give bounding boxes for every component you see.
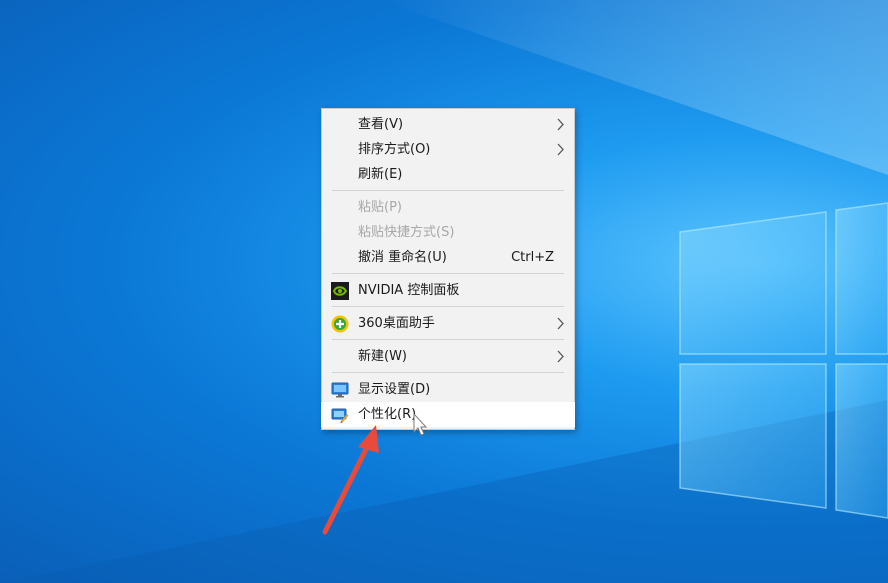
menu-item-nvidia-label: NVIDIA 控制面板 — [358, 283, 460, 298]
menu-item-new-label: 新建(W) — [358, 349, 407, 364]
menu-item-view-label: 查看(V) — [358, 117, 404, 132]
menu-item-undo-shortcut: Ctrl+Z — [511, 250, 554, 265]
chevron-right-icon — [557, 317, 564, 330]
menu-item-personalize-label: 个性化(R) — [358, 407, 417, 422]
nvidia-icon — [331, 282, 349, 300]
display-settings-icon — [331, 382, 349, 398]
menu-separator — [332, 372, 564, 373]
menu-item-refresh[interactable]: 刷新(E) — [322, 162, 574, 187]
chevron-right-icon — [557, 118, 564, 131]
menu-item-paste-shortcut[interactable]: 粘贴快捷方式(S) — [322, 220, 574, 245]
menu-item-display-settings-label: 显示设置(D) — [358, 382, 431, 397]
360-icon — [331, 315, 349, 333]
desktop[interactable]: 查看(V) 排序方式(O) 刷新(E) 粘贴(P) 粘贴快捷方式(S) 撤消 重… — [0, 0, 888, 583]
menu-item-undo-rename-label: 撤消 重命名(U) — [358, 250, 447, 265]
menu-item-360-desktop-assistant[interactable]: 360桌面助手 — [322, 311, 574, 336]
menu-item-refresh-label: 刷新(E) — [358, 167, 403, 182]
menu-item-nvidia-control-panel[interactable]: NVIDIA 控制面板 — [322, 278, 574, 303]
menu-separator — [332, 273, 564, 274]
chevron-right-icon — [557, 143, 564, 156]
desktop-context-menu: 查看(V) 排序方式(O) 刷新(E) 粘贴(P) 粘贴快捷方式(S) 撤消 重… — [321, 108, 575, 430]
menu-item-paste[interactable]: 粘贴(P) — [322, 195, 574, 220]
menu-item-view[interactable]: 查看(V) — [322, 112, 574, 137]
menu-item-360-label: 360桌面助手 — [358, 316, 435, 331]
menu-item-paste-label: 粘贴(P) — [358, 200, 402, 215]
menu-item-new[interactable]: 新建(W) — [322, 344, 574, 369]
menu-item-sort-by[interactable]: 排序方式(O) — [322, 137, 574, 162]
menu-item-paste-shortcut-label: 粘贴快捷方式(S) — [358, 225, 455, 240]
menu-separator — [332, 190, 564, 191]
menu-separator — [332, 306, 564, 307]
chevron-right-icon — [557, 350, 564, 363]
personalize-icon — [331, 408, 349, 423]
menu-item-undo-rename[interactable]: 撤消 重命名(U) Ctrl+Z — [322, 245, 574, 270]
menu-item-personalize[interactable]: 个性化(R) — [321, 402, 575, 427]
menu-separator — [332, 339, 564, 340]
menu-item-sort-by-label: 排序方式(O) — [358, 142, 431, 157]
menu-item-display-settings[interactable]: 显示设置(D) — [322, 377, 574, 402]
